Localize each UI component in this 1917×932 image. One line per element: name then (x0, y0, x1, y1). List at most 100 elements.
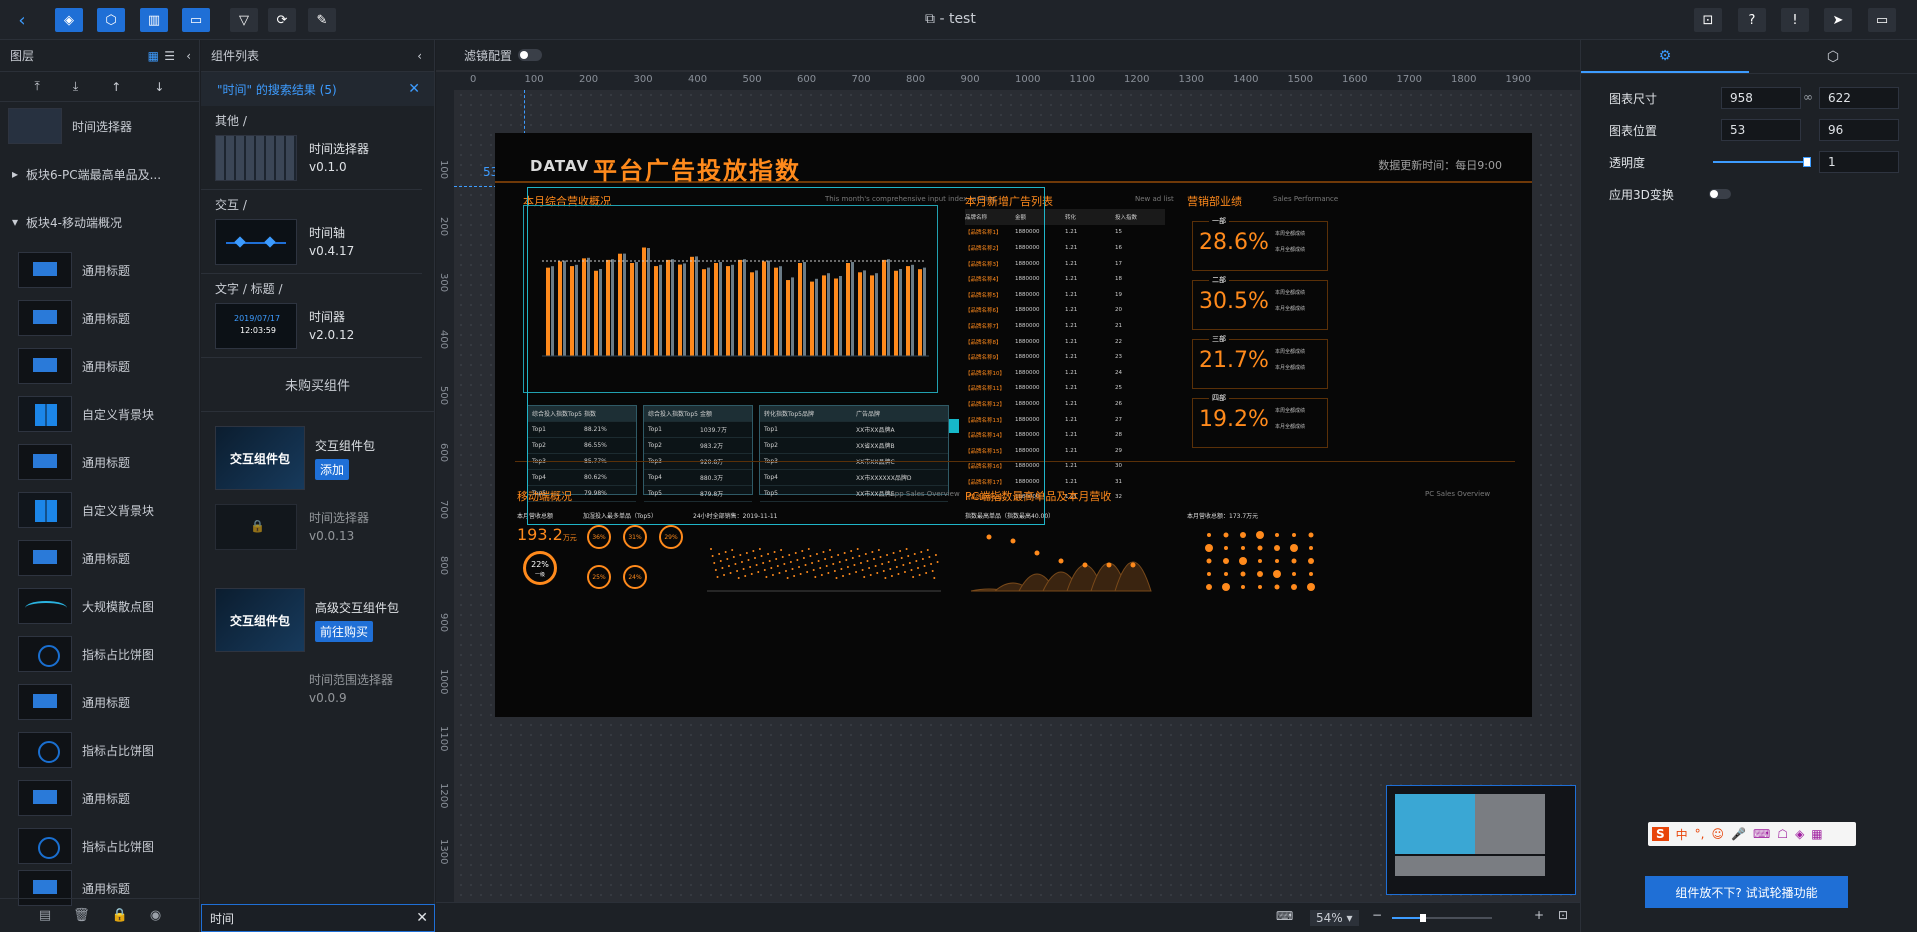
carousel-tip-button[interactable]: 组件放不下? 试试轮播功能 (1645, 876, 1848, 908)
lock-icon[interactable]: 🔒 (112, 908, 128, 923)
layer-item[interactable]: 时间选择器 (0, 102, 199, 150)
ime-user-icon[interactable]: ☖ (1777, 827, 1788, 841)
component-pack[interactable]: 交互组件包 交互组件包 添加 (201, 412, 422, 498)
width-input[interactable]: 958 (1721, 87, 1801, 109)
help-icon[interactable]: ? (1738, 8, 1766, 32)
layer-item[interactable]: 通用标题 (0, 774, 199, 822)
x-input[interactable]: 53 (1721, 119, 1801, 141)
chevron-down-icon[interactable]: ▾ (12, 215, 18, 229)
height-input[interactable]: 622 (1819, 87, 1899, 109)
move-top-icon[interactable]: ⤒ (35, 79, 40, 94)
eye-icon[interactable]: ◉ (150, 908, 161, 923)
preview-icon[interactable]: ▭ (1868, 8, 1896, 32)
refresh-icon[interactable]: ⟳ (268, 8, 296, 32)
chevron-right-icon[interactable]: ▸ (12, 167, 18, 181)
layer-item[interactable]: 通用标题 (0, 294, 199, 342)
ruler-tick: 700 (438, 499, 449, 519)
component-item[interactable]: 时间选择器 v0.1.0 (201, 129, 422, 190)
component-item[interactable]: 2019/07/17 12:03:59 时间器 v2.0.12 (201, 297, 422, 358)
table-cell: Top5 (648, 490, 662, 497)
component-item-locked[interactable]: 时间范围选择器 v0.0.9 (201, 660, 422, 720)
layer-group[interactable]: ▾ 板块4-移动端概况 (0, 198, 199, 246)
category-label: 文字 / 标题 / (215, 282, 283, 296)
send-icon[interactable]: ➤ (1824, 8, 1852, 32)
opacity-slider[interactable] (1713, 157, 1811, 167)
error-report-icon[interactable]: ! (1781, 8, 1809, 32)
layer-group[interactable]: ▸ 板块6-PC端最高单品及... (0, 150, 199, 198)
layer-item[interactable]: 通用标题 (0, 534, 199, 582)
scatter-point (814, 576, 817, 578)
bar-chart-box[interactable] (523, 205, 938, 393)
minimap[interactable] (1386, 785, 1576, 895)
collapse-icon[interactable]: ‹ (417, 49, 422, 63)
brush-icon[interactable]: ✎ (308, 8, 336, 32)
back-icon[interactable]: ‹ (8, 8, 36, 32)
delete-icon[interactable]: 🗑 (73, 908, 90, 923)
dashboard-preview[interactable]: DATAV 平台广告投放指数 数据更新时间：每日9:00 本月综合营收概况 Th… (495, 133, 1532, 717)
filter-toggle[interactable] (518, 49, 543, 61)
layer-item[interactable]: 通用标题 (0, 678, 199, 726)
opacity-input[interactable]: 1 (1819, 151, 1899, 173)
clear-icon[interactable]: ✕ (416, 910, 428, 926)
ime-tools-icon[interactable]: ▦ (1811, 827, 1822, 841)
layer-item[interactable]: 大规模散点图 (0, 582, 199, 630)
layer-item[interactable]: 指标占比饼图 (0, 630, 199, 678)
keyboard-icon[interactable]: ⌨ (1276, 909, 1293, 923)
top5-table: 综合投入指数Top5金额 Top1 1039.7万 Top2 983.2万 Top3920… (643, 405, 753, 502)
ime-keyboard-icon[interactable]: ⌨ (1753, 827, 1770, 841)
scatter-point (917, 567, 920, 569)
layer-item[interactable]: 自定义背景块 (0, 486, 199, 534)
layer-item[interactable]: 自定义背景块 (0, 390, 199, 438)
tab-settings[interactable]: ⚙ (1581, 40, 1749, 73)
ime-punct-icon[interactable]: °, (1695, 827, 1705, 841)
layer-item[interactable]: 通用标题 (0, 246, 199, 294)
section-title: PC端指数最高单品及本月营收 (965, 490, 1112, 503)
component-toggle-button[interactable]: ⬡ (97, 8, 125, 32)
ime-skin-icon[interactable]: ◈ (1795, 827, 1804, 841)
clock-date: 2019/07/17 (234, 314, 281, 323)
chart-bar (767, 260, 770, 356)
zoom-select[interactable]: 54% ▾ (1310, 910, 1359, 926)
zoom-out-icon[interactable]: − (1372, 908, 1382, 922)
ruler-tick: 1000 (438, 669, 449, 695)
3d-toggle[interactable] (1709, 189, 1731, 199)
fit-screen-icon[interactable]: ⊡ (1558, 908, 1568, 922)
component-item[interactable]: 时间轴 v0.4.17 (201, 213, 422, 274)
layer-item[interactable]: 指标占比饼图 (0, 726, 199, 774)
toolbox-toggle-button[interactable]: ▭ (182, 8, 210, 32)
move-bottom-icon[interactable]: ⤓ (73, 79, 78, 94)
ime-mode-icon[interactable]: 中 (1676, 826, 1688, 843)
filter-icon[interactable]: ▽ (230, 8, 258, 32)
ruler-tick: 1200 (1124, 74, 1150, 85)
layers-toggle-button[interactable]: ◈ (55, 8, 83, 32)
y-input[interactable]: 96 (1819, 119, 1899, 141)
link-icon[interactable]: ∞ (1803, 90, 1813, 104)
component-item-locked[interactable]: 🔒 时间选择器 v0.0.13 (201, 498, 422, 558)
opacity-label: 透明度 (1609, 155, 1646, 170)
panel-toggle-button[interactable]: ▥ (140, 8, 168, 32)
component-search-input[interactable]: 时间 ✕ (201, 904, 435, 932)
move-down-icon[interactable]: ↓ (154, 80, 164, 94)
collapse-icon[interactable]: ‹ (186, 49, 191, 63)
grid-view-icon[interactable]: ▦ (148, 49, 159, 63)
layer-item[interactable]: 通用标题 (0, 342, 199, 390)
add-pack-button[interactable]: 添加 (315, 458, 350, 480)
layer-item[interactable]: 通用标题 (0, 438, 199, 486)
zoom-in-icon[interactable]: + (1534, 908, 1544, 922)
move-up-icon[interactable]: ↑ (111, 80, 121, 94)
layer-item[interactable]: 指标占比饼图 (0, 822, 199, 870)
rank-cell: 23 (1115, 354, 1122, 361)
zoom-slider[interactable] (1392, 914, 1492, 922)
buy-pack-button[interactable]: 前往购买 (315, 620, 374, 642)
folder-icon[interactable]: ▤ (39, 908, 51, 923)
publish-settings-icon[interactable]: ⊡ (1694, 8, 1722, 32)
list-view-icon[interactable]: ☰ (164, 49, 175, 63)
ime-emoji-icon[interactable]: ☺ (1712, 827, 1725, 841)
tab-interaction[interactable]: ⬡ (1749, 40, 1917, 73)
component-version: v0.0.9 (309, 691, 347, 705)
ruler-tick: 1100 (1069, 74, 1095, 85)
ime-voice-icon[interactable]: 🎤 (1731, 827, 1746, 841)
close-icon[interactable]: ✕ (408, 81, 420, 97)
ime-toolbar[interactable]: S 中 °, ☺ 🎤 ⌨ ☖ ◈ ▦ (1648, 822, 1856, 846)
component-pack[interactable]: 交互组件包 高级交互组件包 前往购买 (201, 558, 422, 660)
